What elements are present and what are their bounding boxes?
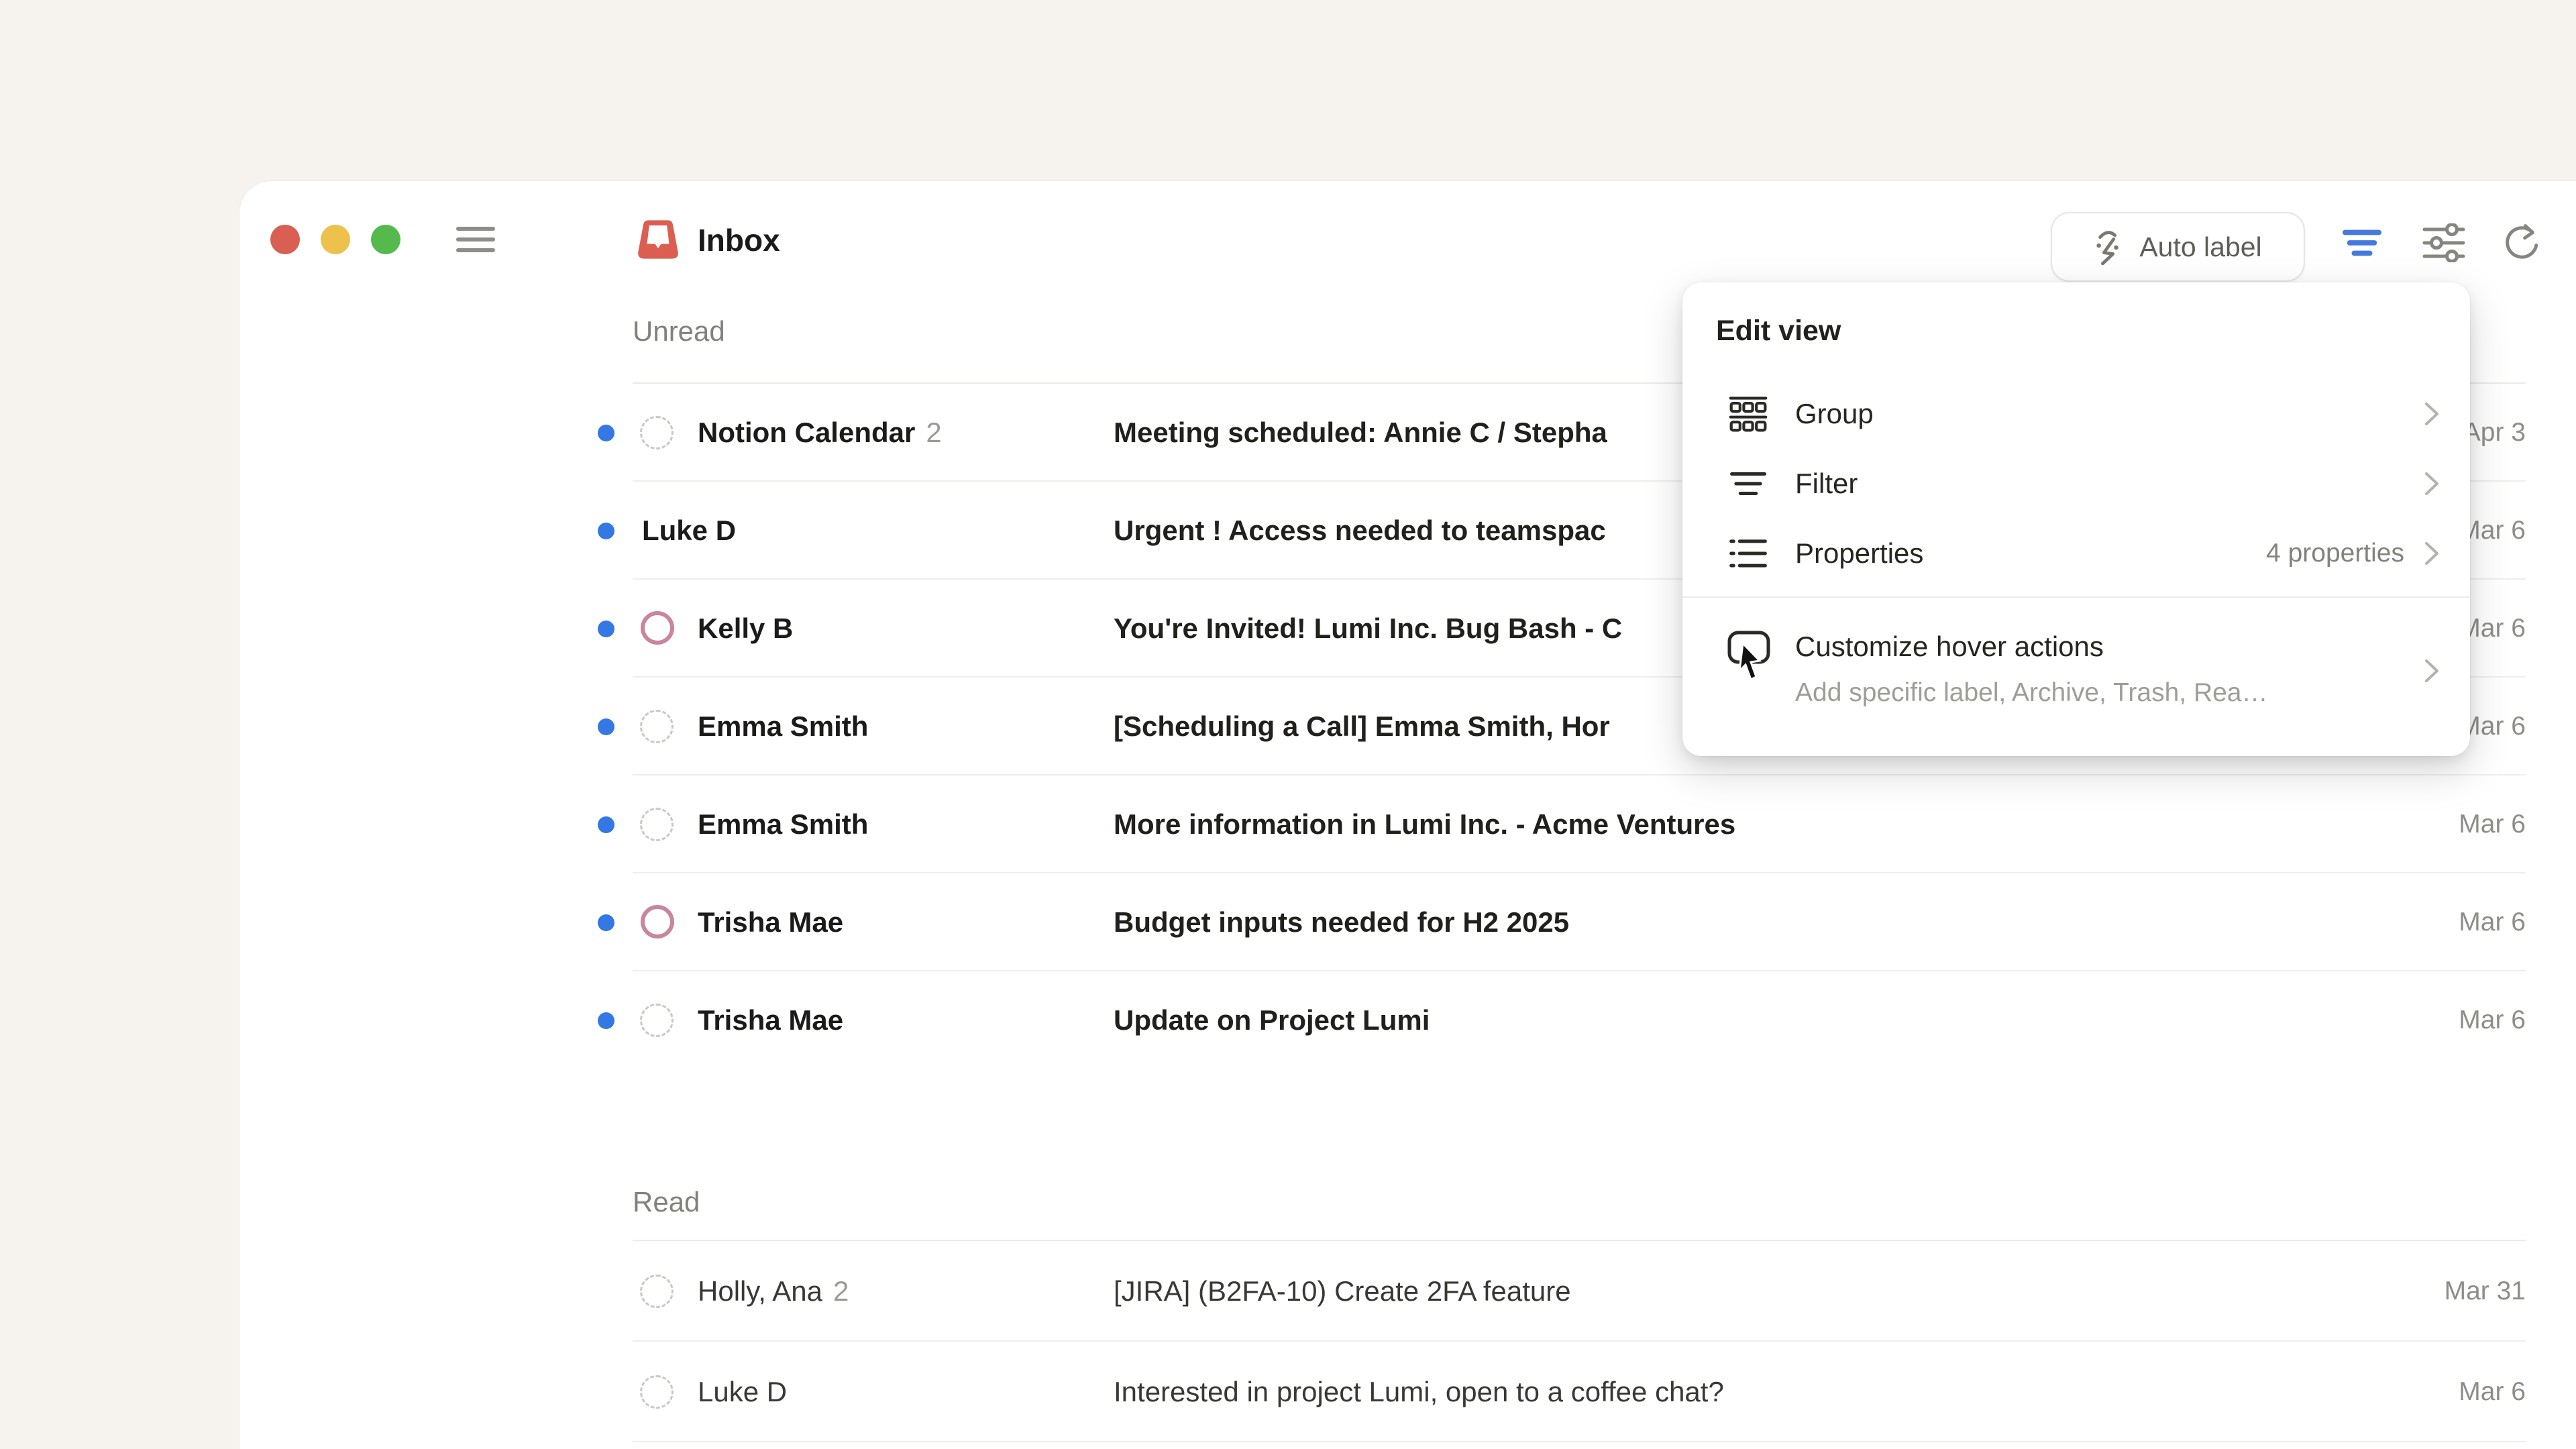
unread-dot-icon	[598, 425, 614, 441]
date: Apr 3	[2463, 418, 2526, 447]
sender-name: Trisha Mae	[698, 1004, 843, 1036]
subject: [JIRA] (B2FA-10) Create 2FA feature	[1114, 1275, 1571, 1307]
date: Mar 6	[2459, 908, 2526, 937]
mail-window: Inbox Auto label Unread Notion Calendar2	[239, 181, 2576, 1449]
unread-dot-icon	[598, 523, 614, 539]
thread-count: 2	[833, 1275, 849, 1307]
view-settings-button[interactable]	[2420, 219, 2468, 267]
edit-view-popover: Edit view Group Filter Properties4 propert…	[1682, 282, 2470, 756]
mail-row[interactable]: Trisha Mae Update on Project Lumi Mar 6	[239, 971, 2576, 1069]
sender-name: Kelly B	[698, 612, 793, 645]
avatar	[640, 808, 674, 841]
sender-name: Trisha Mae	[698, 906, 843, 938]
subject: Interested in project Lumi, open to a co…	[1114, 1376, 1724, 1408]
chevron-right-icon	[2423, 658, 2440, 684]
auto-label-button-label: Auto label	[2139, 231, 2261, 263]
cursor-icon	[1739, 643, 1760, 680]
section-label-read: Read	[633, 1186, 700, 1218]
avatar	[640, 1375, 674, 1409]
date: Mar 6	[2459, 1006, 2526, 1035]
page-title: Inbox	[698, 220, 780, 260]
sender-name: Emma Smith	[698, 808, 868, 841]
window-close-button[interactable]	[270, 225, 300, 254]
date: Mar 6	[2459, 1377, 2526, 1407]
thread-count: 2	[926, 417, 941, 448]
filter-active-icon	[2341, 225, 2383, 260]
sender-name: Holly, Ana2	[698, 1275, 849, 1307]
mail-row[interactable]: Trisha Mae Budget inputs needed for H2 20…	[239, 873, 2576, 971]
menu-item-label: Filter	[1795, 468, 2423, 500]
sliders-icon	[2422, 223, 2465, 262]
section-label-unread: Unread	[633, 315, 725, 347]
menu-item-customize-hover-actions[interactable]: Customize hover actions Add specific lab…	[1682, 598, 2470, 709]
window-zoom-button[interactable]	[371, 225, 400, 254]
avatar	[640, 1275, 674, 1308]
date: Mar 6	[2459, 810, 2526, 839]
sender-name: Luke D	[698, 1376, 787, 1408]
date: Mar 31	[2445, 1277, 2526, 1306]
mail-row[interactable]: Luke D Interested in project Lumi, open t…	[239, 1342, 2576, 1442]
unread-dot-icon	[598, 1012, 614, 1029]
auto-label-button[interactable]: Auto label	[2051, 212, 2305, 282]
avatar	[641, 611, 674, 645]
group-icon	[1727, 392, 1770, 435]
unread-dot-icon	[598, 718, 614, 735]
sender-name: Emma Smith	[698, 710, 868, 743]
refresh-icon	[2502, 223, 2541, 262]
menu-item-group[interactable]: Group	[1682, 379, 2470, 449]
unread-dot-icon	[598, 621, 614, 637]
unread-dot-icon	[598, 816, 614, 833]
menu-item-label: Group	[1795, 398, 2423, 430]
hamburger-icon	[456, 227, 495, 231]
subject: [Scheduling a Call] Emma Smith, Hor	[1114, 710, 1610, 743]
chevron-right-icon	[2423, 471, 2440, 496]
sender-name: Notion Calendar2	[698, 417, 942, 449]
mail-row[interactable]: Holly, Ana2 [JIRA] (B2FA-10) Create 2FA f…	[239, 1241, 2576, 1342]
popover-title: Edit view	[1716, 312, 2470, 350]
hover-actions-icon	[1727, 629, 1774, 696]
menu-item-properties[interactable]: Properties4 properties	[1682, 519, 2470, 588]
filter-icon	[1727, 462, 1770, 505]
properties-icon	[1727, 532, 1770, 575]
unread-dot-icon	[598, 914, 614, 931]
subject: More information in Lumi Inc. - Acme Ven…	[1114, 808, 1735, 841]
chevron-right-icon	[2423, 401, 2440, 427]
menu-item-filter[interactable]: Filter	[1682, 449, 2470, 519]
subject: Budget inputs needed for H2 2025	[1114, 906, 1569, 938]
customize-hover-actions-label: Customize hover actions	[1795, 629, 2440, 665]
read-rows: Holly, Ana2 [JIRA] (B2FA-10) Create 2FA f…	[239, 1241, 2576, 1442]
refresh-button[interactable]	[2498, 219, 2546, 267]
subject: Meeting scheduled: Annie C / Stepha	[1114, 417, 1607, 449]
window-minimize-button[interactable]	[321, 225, 350, 254]
customize-hover-actions-subtitle: Add specific label, Archive, Trash, Rea…	[1795, 677, 2440, 709]
avatar	[640, 416, 674, 449]
inbox-icon	[636, 217, 680, 262]
edit-view-menu: Group Filter Properties4 properties	[1682, 379, 2470, 588]
chevron-right-icon	[2423, 541, 2440, 566]
sidebar-toggle-button[interactable]	[456, 227, 495, 252]
mail-row[interactable]: Emma Smith More information in Lumi Inc. …	[239, 775, 2576, 873]
subject: You're Invited! Lumi Inc. Bug Bash - C	[1114, 612, 1622, 645]
avatar	[641, 905, 674, 938]
subject: Urgent ! Access needed to teamspac	[1114, 515, 1606, 547]
auto-label-icon	[2094, 228, 2125, 266]
menu-item-detail: 4 properties	[2266, 539, 2404, 568]
filter-view-button[interactable]	[2338, 219, 2386, 267]
avatar	[640, 1004, 674, 1037]
menu-item-label: Properties	[1795, 537, 2266, 570]
subject: Update on Project Lumi	[1114, 1004, 1430, 1036]
sender-name: Luke D	[642, 515, 736, 547]
avatar	[640, 710, 674, 743]
